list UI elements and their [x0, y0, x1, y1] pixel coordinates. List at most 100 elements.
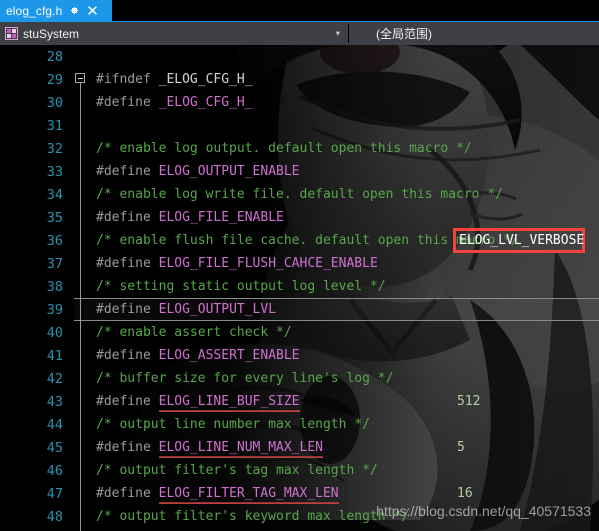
fold-guide-line [79, 459, 81, 482]
code-line[interactable]: 45 #define ELOG_LINE_NUM_MAX_LEN 5 [0, 436, 599, 459]
fold-column [72, 367, 94, 390]
fold-guide-line [79, 298, 81, 321]
preprocessor-token: #define [96, 95, 159, 110]
fold-column[interactable] [72, 68, 94, 91]
code-line[interactable]: 41 #define ELOG_ASSERT_ENABLE [0, 344, 599, 367]
macro-value: 512 [457, 394, 481, 409]
line-number: 28 [46, 48, 63, 65]
preprocessor-token: #define [96, 256, 159, 271]
code-line[interactable]: 44 /* output line number max length */ [0, 413, 599, 436]
code-line[interactable]: 29 #ifndef _ELOG_CFG_H_ [0, 68, 599, 91]
fold-guide-line [79, 82, 81, 91]
line-number: 36 [46, 232, 63, 249]
comment-token: /* output filter's tag max length */ [96, 463, 378, 478]
code-editor-surface[interactable]: 28 29 #ifndef _ELOG_CFG_H_ 30 #define _ELOG_… [0, 45, 599, 531]
line-number: 32 [46, 140, 63, 157]
code-line[interactable]: 28 [0, 45, 599, 68]
code-text: #define ELOG_OUTPUT_ENABLE [94, 160, 599, 183]
comment-token: /* enable flush file cache. default open… [96, 233, 519, 248]
code-line[interactable]: 40 /* enable assert check */ [0, 321, 599, 344]
code-text: #define ELOG_LINE_NUM_MAX_LEN [94, 436, 599, 459]
tab-strip: elog_cfg.h [0, 0, 599, 21]
fold-column [72, 91, 94, 114]
macro-name-token: ELOG_LINE_BUF_SIZE [158, 394, 300, 409]
line-number: 39 [46, 301, 63, 318]
annotated-macro-value: ELOG_LVL_VERBOSE [459, 233, 585, 248]
preprocessor-token: #ifndef [96, 72, 159, 87]
fold-column [72, 160, 94, 183]
fold-guide-line [79, 390, 81, 413]
tab-elog-cfg-h[interactable]: elog_cfg.h [0, 0, 112, 21]
fold-column [72, 505, 94, 528]
code-line[interactable]: 31 [0, 114, 599, 137]
comment-token: /* output line number max length */ [96, 417, 370, 432]
fold-column [72, 321, 94, 344]
pin-icon[interactable] [69, 5, 80, 16]
line-number: 37 [46, 255, 63, 272]
code-text: /* enable assert check */ [94, 321, 599, 344]
code-line[interactable]: 47 #define ELOG_FILTER_TAG_MAX_LEN 16 [0, 482, 599, 505]
line-number: 44 [46, 416, 63, 433]
code-line[interactable]: 30 #define _ELOG_CFG_H_ [0, 91, 599, 114]
preprocessor-token: #define [96, 164, 159, 179]
preprocessor-token: #define [96, 210, 159, 225]
fold-guide-line [79, 344, 81, 367]
code-text: #ifndef _ELOG_CFG_H_ [94, 68, 599, 91]
preprocessor-token: #define [96, 486, 159, 501]
fold-guide-line [79, 252, 81, 275]
type-selector-dropdown[interactable]: stuSystem ▼ [0, 22, 348, 45]
code-line[interactable]: 46 /* output filter's tag max length */ [0, 459, 599, 482]
line-number: 48 [46, 508, 63, 525]
fold-column [72, 137, 94, 160]
code-line[interactable]: 34 /* enable log write file. default open… [0, 183, 599, 206]
fold-guide-line [79, 114, 81, 137]
fold-guide-line [79, 321, 81, 344]
line-number: 34 [46, 186, 63, 203]
macro-name-token: ELOG_FILE_ENABLE [158, 210, 284, 225]
code-line[interactable]: 37 #define ELOG_FILE_FLUSH_CAHCE_ENABLE [0, 252, 599, 275]
navigation-bar: stuSystem ▼ (全局范围) [0, 21, 599, 45]
code-text: #define ELOG_ASSERT_ENABLE [94, 344, 599, 367]
macro-value: 5 [457, 440, 465, 455]
close-icon[interactable] [87, 5, 98, 16]
macro-name-token: ELOG_ASSERT_ENABLE [158, 348, 300, 363]
chevron-down-icon[interactable]: ▼ [336, 30, 340, 37]
comment-token: /* enable assert check */ [96, 325, 292, 340]
preprocessor-token: #define [96, 394, 159, 409]
code-text: #define ELOG_FILE_FLUSH_CAHCE_ENABLE [94, 252, 599, 275]
macro-name-token: ELOG_LINE_NUM_MAX_LEN [158, 440, 323, 455]
fold-guide-line [79, 367, 81, 390]
code-line[interactable]: 33 #define ELOG_OUTPUT_ENABLE [0, 160, 599, 183]
code-text: #define ELOG_FILTER_TAG_MAX_LEN [94, 482, 599, 505]
code-line[interactable]: 38 /* setting static output log level */ [0, 275, 599, 298]
fold-column [72, 229, 94, 252]
scope-selector-dropdown[interactable]: (全局范围) [349, 22, 599, 45]
structure-icon [5, 27, 18, 40]
fold-guide-line [79, 436, 81, 459]
line-number: 40 [46, 324, 63, 341]
code-text: #define ELOG_FILE_ENABLE [94, 206, 599, 229]
fold-column [72, 275, 94, 298]
comment-token: /* output filter's keyword max length */ [96, 509, 410, 524]
code-text: /* buffer size for every line's log */ [94, 367, 599, 390]
code-line[interactable]: 39 #define ELOG_OUTPUT_LVL [0, 298, 599, 321]
code-line[interactable]: 32 /* enable log output. default open thi… [0, 137, 599, 160]
fold-column [72, 252, 94, 275]
code-text: /* output line number max length */ [94, 413, 599, 436]
fold-guide-line [79, 482, 81, 505]
macro-value: 16 [457, 486, 473, 501]
fold-column [72, 183, 94, 206]
code-line[interactable]: 43 #define ELOG_LINE_BUF_SIZE 512 [0, 390, 599, 413]
preprocessor-token: #define [96, 302, 159, 317]
code-line[interactable]: 42 /* buffer size for every line's log */ [0, 367, 599, 390]
fold-guide-line [79, 160, 81, 183]
code-line[interactable]: 48 /* output filter's keyword max length … [0, 505, 599, 528]
code-line[interactable]: 35 #define ELOG_FILE_ENABLE [0, 206, 599, 229]
fold-column [72, 298, 94, 321]
macro-name-token: ELOG_FILE_FLUSH_CAHCE_ENABLE [158, 256, 378, 271]
code-text: /* enable log write file. default open t… [94, 183, 599, 206]
code-token: _ELOG_CFG_H_ [158, 72, 253, 87]
visual-studio-editor-window: elog_cfg.h stuSystem ▼ (全局范围) 28 29 #ifn… [0, 0, 599, 531]
